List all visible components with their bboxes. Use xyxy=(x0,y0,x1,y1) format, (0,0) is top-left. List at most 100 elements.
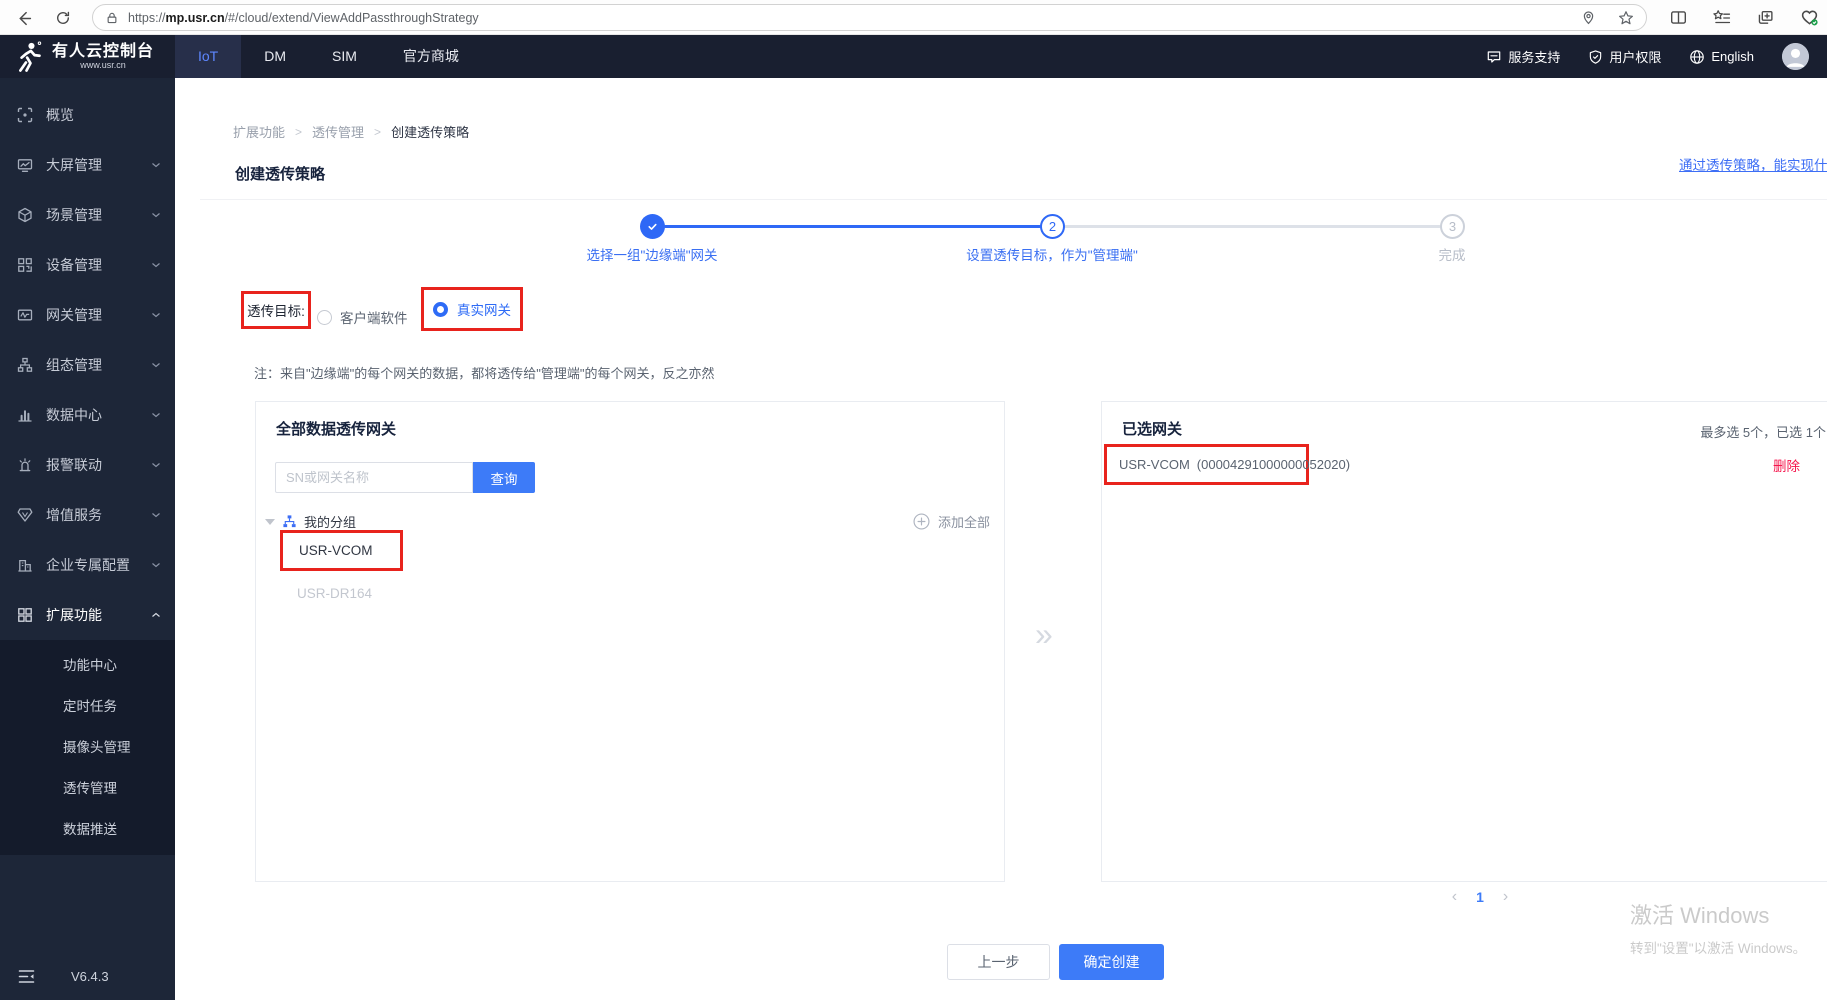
radio-real-gateway[interactable]: 真实网关 xyxy=(421,287,523,331)
submenu-item-function-center[interactable]: 功能中心 xyxy=(0,645,175,686)
previous-step-button[interactable]: 上一步 xyxy=(947,944,1050,980)
extend-submenu: 功能中心 定时任务 摄像头管理 透传管理 数据推送 xyxy=(0,640,175,855)
group-label[interactable]: 我的分组 xyxy=(304,512,356,531)
pagination: ‹ 1 › xyxy=(1425,888,1535,906)
gateway-name[interactable]: USR-VCOM xyxy=(299,543,373,558)
add-all-button[interactable]: 添加全部 xyxy=(913,512,990,531)
sidebar-item-label: 概览 xyxy=(46,107,74,123)
tab-sim[interactable]: SIM xyxy=(309,35,380,78)
step3-label: 完成 xyxy=(1438,248,1466,263)
tab-dm[interactable]: DM xyxy=(241,35,309,78)
tab-mall[interactable]: 官方商城 xyxy=(380,35,482,78)
sidebar-item-label: 组态管理 xyxy=(46,357,102,373)
submenu-item-data-push[interactable]: 数据推送 xyxy=(0,809,175,850)
submenu-item-camera-management[interactable]: 摄像头管理 xyxy=(0,727,175,768)
confirm-create-button[interactable]: 确定创建 xyxy=(1059,944,1164,980)
sidebar-item-value-added[interactable]: 增值服务 xyxy=(0,490,175,540)
extend-icon xyxy=(18,608,32,622)
sidebar-item-extend[interactable]: 扩展功能 xyxy=(0,590,175,640)
breadcrumb-current: 创建透传策略 xyxy=(391,125,470,140)
chevron-down-icon xyxy=(152,463,160,468)
sidebar-item-enterprise[interactable]: 企业专属配置 xyxy=(0,540,175,590)
radio-gateway-label[interactable]: 真实网关 xyxy=(457,299,511,319)
breadcrumb-passthrough[interactable]: 透传管理 xyxy=(312,122,364,141)
collapse-sidebar-icon[interactable] xyxy=(18,969,35,984)
favorite-star-icon[interactable] xyxy=(1618,10,1634,26)
radio-client-software[interactable]: 客户端软件 xyxy=(317,302,408,332)
browser-back-button[interactable] xyxy=(10,5,36,31)
sidebar-item-gateway[interactable]: 网关管理 xyxy=(0,290,175,340)
gateway-item-usr-vcom[interactable]: USR-VCOM xyxy=(280,530,403,571)
app-logo[interactable]: 有人云控制台 www.usr.cn xyxy=(0,40,175,73)
tree-caret-icon[interactable] xyxy=(265,518,275,525)
selected-gateways-panel: 已选网关 最多选 5个，已选 1个 USR-VCOM (000042910000… xyxy=(1101,401,1827,882)
refresh-icon xyxy=(57,11,70,24)
collections-add-icon[interactable] xyxy=(1757,9,1774,26)
user-avatar[interactable] xyxy=(1782,43,1809,70)
add-all-label: 添加全部 xyxy=(937,515,990,530)
step-connector-pending xyxy=(1064,225,1441,228)
sidebar-item-device[interactable]: 设备管理 xyxy=(0,240,175,290)
sidebar-item-label: 场景管理 xyxy=(46,207,102,223)
main-content: 扩展功能 > 透传管理 > 创建透传策略 通过透传策略，能实现什么 创建透传策略… xyxy=(175,78,1827,1000)
submenu-item-scheduled-tasks[interactable]: 定时任务 xyxy=(0,686,175,727)
pagination-prev-icon[interactable]: ‹ xyxy=(1452,888,1457,906)
favorites-bar-icon[interactable] xyxy=(1713,9,1731,27)
browser-refresh-button[interactable] xyxy=(50,5,76,31)
version-label: V6.4.3 xyxy=(71,968,109,984)
value-added-icon xyxy=(17,508,33,522)
sidebar-item-alarm[interactable]: 报警联动 xyxy=(0,440,175,490)
radio-client-label[interactable]: 客户端软件 xyxy=(340,307,408,327)
breadcrumb-separator: > xyxy=(295,124,303,139)
delete-link[interactable]: 删除 xyxy=(1773,455,1800,475)
sidebar-item-overview[interactable]: 概览 xyxy=(0,90,175,140)
page-title: 创建透传策略 xyxy=(235,166,326,183)
logo-title: 有人云控制台 xyxy=(52,43,155,60)
sidebar-item-big-screen[interactable]: 大屏管理 xyxy=(0,140,175,190)
pagination-page-1[interactable]: 1 xyxy=(1476,889,1484,905)
location-pin-icon[interactable] xyxy=(1581,10,1596,25)
selected-gateway-row: USR-VCOM (00004291000000052020) xyxy=(1104,444,1350,485)
language-label: English xyxy=(1711,49,1754,64)
radio-checked-icon[interactable] xyxy=(433,301,448,317)
chevron-down-icon xyxy=(152,563,160,568)
sidebar-item-scene[interactable]: 场景管理 xyxy=(0,190,175,240)
gateway-search-input[interactable] xyxy=(275,462,473,493)
language-switcher[interactable]: English xyxy=(1689,49,1754,65)
radio-unchecked-icon[interactable] xyxy=(317,309,332,325)
plus-circle-icon xyxy=(913,513,930,530)
sidebar-item-configuration[interactable]: 组态管理 xyxy=(0,340,175,390)
sidebar-item-data-center[interactable]: 数据中心 xyxy=(0,390,175,440)
group-icon xyxy=(283,515,296,528)
target-label: 透传目标: xyxy=(247,304,305,319)
step2-label: 设置透传目标，作为"管理端" xyxy=(966,248,1138,263)
app-window: https://mp.usr.cn/#/cloud/extend/ViewAdd… xyxy=(0,0,1827,1000)
big-screen-icon xyxy=(17,159,33,172)
gateway-item-usr-dr164: USR-DR164 xyxy=(297,586,373,601)
tab-iot[interactable]: IoT xyxy=(175,35,242,78)
sidebar-item-label: 企业专属配置 xyxy=(46,557,130,573)
chat-icon xyxy=(1488,50,1501,63)
sidebar-item-label: 数据中心 xyxy=(46,407,102,423)
pagination-next-icon[interactable]: › xyxy=(1503,888,1508,906)
address-bar[interactable]: https://mp.usr.cn/#/cloud/extend/ViewAdd… xyxy=(92,4,1647,31)
chevron-down-icon xyxy=(152,163,160,168)
help-link[interactable]: 通过透传策略，能实现什么 xyxy=(1679,154,1827,174)
windows-activation-watermark: 激活 Windows 转到"设置"以激活 Windows。 xyxy=(1630,898,1806,957)
data-center-icon xyxy=(18,410,32,422)
split-screen-icon[interactable] xyxy=(1670,9,1687,26)
search-button[interactable]: 查询 xyxy=(473,462,535,493)
sidebar-item-label: 增值服务 xyxy=(46,507,102,523)
usr-runner-logo-icon xyxy=(19,40,42,72)
user-permission-link[interactable]: 用户权限 xyxy=(1588,47,1661,66)
submenu-item-passthrough-management[interactable]: 透传管理 xyxy=(0,768,175,809)
user-permission-label: 用户权限 xyxy=(1609,50,1662,65)
sidebar: 概览 大屏管理 场景管理 设备管理 网关管理 组态管理 数据中心 报警联动 增值… xyxy=(0,78,175,1000)
browser-essentials-icon[interactable] xyxy=(1800,8,1819,27)
step1-label: 选择一组"边缘端"网关 xyxy=(586,248,718,263)
service-support-link[interactable]: 服务支持 xyxy=(1486,47,1560,66)
title-divider xyxy=(200,199,1827,200)
chevron-up-icon xyxy=(152,612,160,617)
breadcrumb: 扩展功能 > 透传管理 > 创建透传策略 xyxy=(233,122,469,141)
breadcrumb-extend[interactable]: 扩展功能 xyxy=(233,122,285,141)
